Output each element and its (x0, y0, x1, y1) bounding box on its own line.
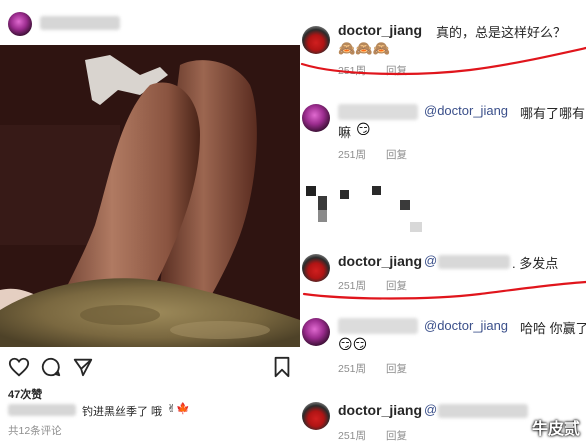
redacted-block (410, 222, 422, 232)
comment-mention[interactable]: @doctor_jiang (424, 103, 508, 118)
comment-text: 哈哈 你赢了 (520, 321, 586, 336)
redacted-block (340, 190, 349, 199)
comment-time: 251周 (338, 363, 367, 375)
comment-emoji: 😏 (356, 121, 371, 137)
caption-text: 钓进黑丝季了 哦 (82, 406, 163, 418)
comment-text-line2: 嘛 (338, 125, 352, 140)
commenter-avatar[interactable] (302, 318, 330, 346)
poster-username-redacted[interactable] (40, 16, 120, 30)
redacted-block (400, 200, 410, 210)
post-panel: 47次赞 钓进黑丝季了 哦 ✌🍁 共12条评论 (0, 0, 300, 447)
post-photo[interactable] (0, 45, 300, 347)
reply-button[interactable]: 回复 (386, 428, 407, 443)
view-all-comments[interactable]: 共12条评论 (8, 423, 62, 438)
commenter-avatar[interactable] (302, 104, 330, 132)
reply-button[interactable]: 回复 (386, 147, 407, 162)
comment-mention[interactable]: @doctor_jiang (424, 318, 508, 333)
poster-avatar[interactable] (8, 12, 32, 36)
mention-redacted (438, 404, 528, 418)
comment-username[interactable]: doctor_jiang (338, 402, 422, 418)
caption-username-redacted[interactable] (8, 404, 76, 416)
comment-time: 251周 (338, 149, 367, 161)
comment-time: 251周 (338, 430, 367, 442)
annotation-underline (302, 280, 586, 300)
annotation-underline (300, 46, 586, 76)
caption-emojis: ✌🍁 (167, 403, 190, 415)
comment-username[interactable]: doctor_jiang (338, 22, 422, 38)
watermark: 牛皮贰 (531, 421, 580, 438)
likes-count[interactable]: 47次赞 (8, 386, 42, 402)
heart-icon[interactable] (8, 356, 30, 378)
redacted-block (306, 186, 316, 196)
comment-icon[interactable] (40, 356, 62, 378)
redacted-block (318, 196, 327, 210)
comment-text: 哪有了哪有 (520, 106, 586, 121)
photo-content (0, 45, 300, 347)
redacted-block (372, 186, 381, 195)
commenter-avatar[interactable] (302, 402, 330, 430)
share-icon[interactable] (72, 356, 94, 378)
reply-button[interactable]: 回复 (386, 361, 407, 376)
comments-panel: doctor_jiang 真的，总是这样好么？ 🙈🙈🙈 251周 回复 @doc… (300, 0, 586, 447)
redacted-block (318, 210, 327, 222)
comment-mention[interactable]: @ (424, 402, 437, 417)
comment-username-redacted[interactable] (338, 104, 418, 120)
comment-emojis: 😏😏 (338, 336, 368, 352)
comment-text: 真的，总是这样好么？ (436, 25, 567, 40)
bookmark-icon[interactable] (272, 356, 292, 378)
comment-username-redacted[interactable] (338, 318, 418, 334)
